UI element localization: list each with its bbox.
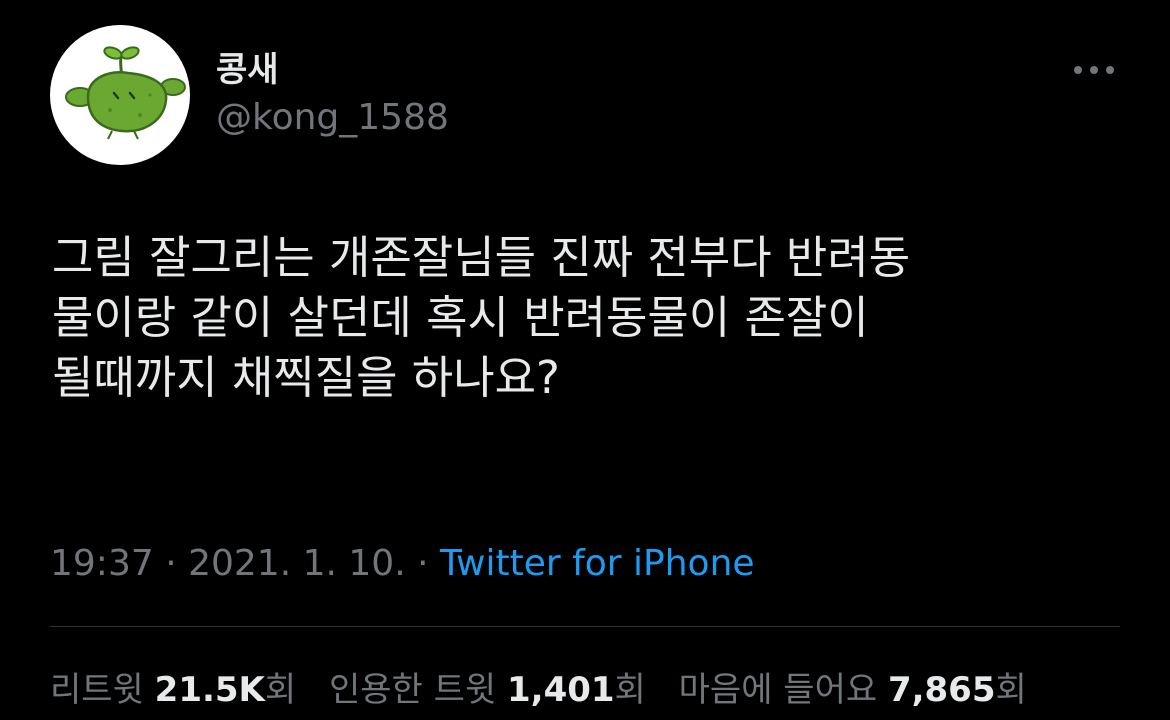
quotes-label: 인용한 트윗 xyxy=(328,670,507,710)
likes-suffix: 회 xyxy=(995,670,1027,710)
tweet-text: 그림 잘그리는 개존잘님들 진짜 전부다 반려동 물이랑 같이 살던데 혹시 반… xyxy=(52,228,1132,408)
retweets-count: 21.5K xyxy=(154,670,265,710)
meta-separator: · xyxy=(153,543,189,584)
retweets-stat[interactable]: 리트윗 21.5K회 xyxy=(50,670,296,710)
more-dots-icon xyxy=(1074,66,1114,74)
likes-stat[interactable]: 마음에 들어요 7,865회 xyxy=(679,670,1027,710)
display-name[interactable]: 콩새 xyxy=(216,42,279,91)
likes-count: 7,865 xyxy=(887,670,996,710)
quotes-stat[interactable]: 인용한 트윗 1,401회 xyxy=(329,670,646,710)
tweet-text-line: 그림 잘그리는 개존잘님들 진짜 전부다 반려동 xyxy=(52,231,911,284)
meta-separator: · xyxy=(405,543,440,584)
tweet-meta: 19:37 · 2021. 1. 10. · Twitter for iPhon… xyxy=(50,543,755,584)
tweet-stats: 리트윗 21.5K회 인용한 트윗 1,401회 마음에 들어요 7,865회 xyxy=(50,662,1049,711)
avatar[interactable] xyxy=(50,25,190,165)
tweet-text-line: 물이랑 같이 살던데 혹시 반려동물이 존잘이 xyxy=(52,291,869,344)
user-handle[interactable]: @kong_1588 xyxy=(216,97,449,138)
quotes-count: 1,401 xyxy=(507,670,615,710)
tweet-time[interactable]: 19:37 xyxy=(50,543,154,584)
tweet-source-link[interactable]: Twitter for iPhone xyxy=(440,543,755,584)
likes-label: 마음에 들어요 xyxy=(678,670,888,710)
quotes-suffix: 회 xyxy=(614,670,646,710)
tweet-date[interactable]: 2021. 1. 10. xyxy=(188,543,406,584)
tweet-card: 콩새 @kong_1588 그림 잘그리는 개존잘님들 진짜 전부다 반려동 물… xyxy=(0,0,1170,720)
sprout-bean-icon xyxy=(65,46,186,140)
more-options-button[interactable] xyxy=(1068,50,1120,90)
retweets-label: 리트윗 xyxy=(50,670,155,710)
tweet-text-line: 될때까지 채찍질을 하나요? xyxy=(52,351,560,404)
divider xyxy=(50,626,1120,627)
retweets-suffix: 회 xyxy=(264,670,297,710)
